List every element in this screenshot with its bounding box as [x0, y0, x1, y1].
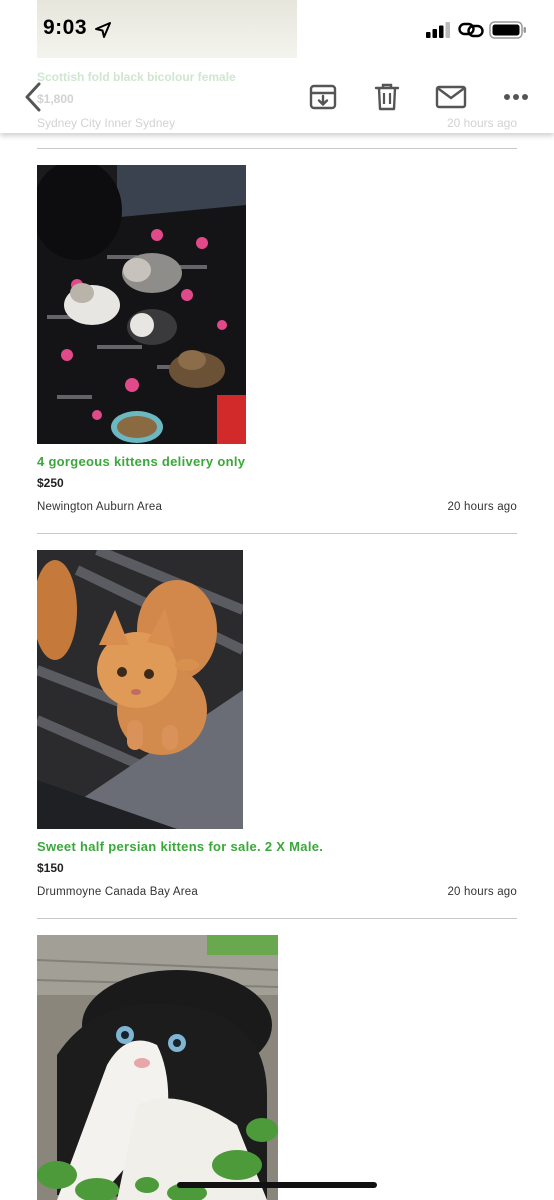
archive-icon: [309, 84, 337, 110]
battery-icon: [489, 20, 527, 40]
status-time: 9:03: [43, 16, 88, 39]
peek-listing-title[interactable]: Scottish fold black bicolour female: [37, 70, 236, 84]
home-indicator[interactable]: [177, 1182, 377, 1188]
divider: [37, 533, 517, 534]
listing-time: 20 hours ago: [447, 501, 517, 513]
listing-image-kittens-blanket[interactable]: [37, 165, 246, 444]
divider: [37, 148, 517, 149]
listing-location: Drummoyne Canada Bay Area: [37, 886, 198, 898]
listing-image-ginger-kitten[interactable]: [37, 550, 243, 829]
cellular-signal-icon: [426, 22, 452, 38]
listing-location: Newington Auburn Area: [37, 501, 163, 513]
top-navigation-bar: Scottish fold black bicolour female $1,8…: [0, 0, 554, 133]
link-icon: [458, 20, 484, 40]
peek-listing-time: 20 hours ago: [446, 116, 517, 130]
peek-listing-location: Sydney City Inner Sydney: [37, 116, 176, 130]
listing-title-link[interactable]: 4 gorgeous kittens delivery only: [37, 454, 245, 469]
mail-icon: [435, 85, 467, 109]
trash-icon: [374, 83, 400, 111]
back-button[interactable]: [16, 80, 50, 114]
trash-button[interactable]: [370, 80, 404, 114]
archive-button[interactable]: [306, 80, 340, 114]
location-arrow-icon: [94, 21, 112, 39]
more-horizontal-icon: [504, 94, 528, 100]
listing-time: 20 hours ago: [447, 886, 517, 898]
listing-title-link[interactable]: Sweet half persian kittens for sale. 2 X…: [37, 839, 323, 854]
more-button[interactable]: [499, 80, 533, 114]
listing-price: $250: [37, 476, 64, 490]
divider: [37, 918, 517, 919]
chevron-left-icon: [25, 82, 41, 112]
listing-image-black-white-kitten[interactable]: [37, 935, 278, 1200]
mail-button[interactable]: [434, 80, 468, 114]
listing-price: $150: [37, 861, 64, 875]
